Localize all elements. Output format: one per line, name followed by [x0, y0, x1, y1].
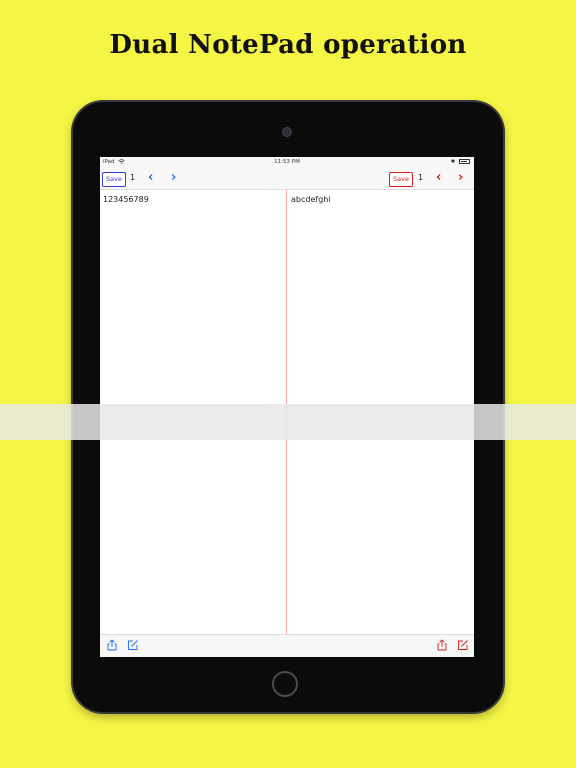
right-save-button[interactable]: Save — [389, 172, 413, 187]
home-button[interactable] — [272, 671, 298, 697]
right-page-number: 1 — [418, 173, 424, 182]
right-share-icon[interactable] — [436, 639, 448, 651]
highlight-band — [0, 404, 576, 440]
front-camera — [282, 127, 292, 137]
left-share-icon[interactable] — [106, 639, 118, 651]
left-compose-icon[interactable] — [127, 639, 139, 651]
left-save-button[interactable]: Save — [102, 172, 126, 187]
left-next-chevron-icon[interactable]: › — [171, 170, 176, 185]
left-page-number: 1 — [130, 173, 136, 182]
status-time: 11:53 PM — [274, 159, 300, 165]
status-right: ✱ — [451, 159, 470, 165]
headline: Dual NotePad operation — [109, 30, 467, 60]
status-bar: iPad 11:53 PM ✱ — [100, 157, 474, 168]
battery-icon — [459, 159, 470, 164]
right-prev-chevron-icon[interactable]: ‹ — [436, 170, 441, 185]
top-toolbar: Save 1 ‹ › Save 1 ‹ › — [100, 168, 474, 190]
right-compose-icon[interactable] — [457, 639, 469, 651]
left-prev-chevron-icon[interactable]: ‹ — [148, 170, 153, 185]
right-next-chevron-icon[interactable]: › — [458, 170, 463, 185]
left-note-text[interactable]: 123456789 — [103, 195, 149, 204]
bluetooth-icon: ✱ — [450, 159, 456, 165]
bottom-toolbar — [100, 634, 474, 657]
right-note-text[interactable]: abcdefghi — [291, 195, 331, 204]
